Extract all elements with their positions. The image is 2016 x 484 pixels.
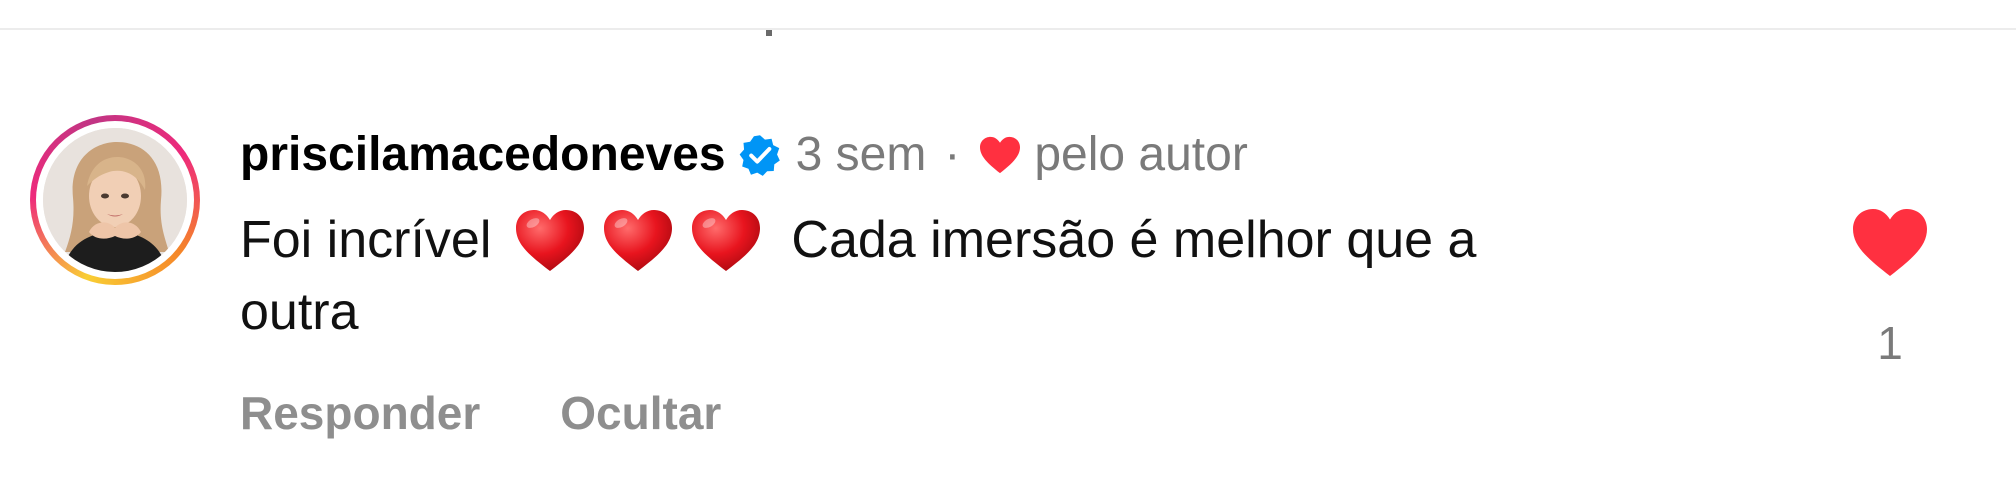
avatar-story-ring[interactable] — [30, 115, 200, 285]
comment-text-part: outra — [240, 283, 359, 341]
hide-button[interactable]: Ocultar — [560, 386, 721, 440]
reply-button[interactable]: Responder — [240, 386, 480, 440]
emoji-group — [513, 207, 777, 273]
comment-header: priscilamacedoneves 3 sem · pelo autor — [240, 124, 1248, 186]
verified-badge-icon — [738, 133, 782, 177]
comment-item: priscilamacedoneves 3 sem · pelo autor F… — [0, 0, 2016, 484]
comment-text-part: Foi incrível — [240, 211, 492, 269]
heart-icon — [978, 135, 1022, 175]
meta-separator: · — [944, 128, 961, 181]
heart-emoji-icon — [689, 207, 763, 273]
username-link[interactable]: priscilamacedoneves — [240, 124, 726, 186]
heart-emoji-icon — [513, 207, 587, 273]
comment-text-part: Cada imersão é melhor que a — [791, 211, 1477, 269]
avatar[interactable] — [43, 128, 187, 272]
liked-by-author-label: pelo autor — [1034, 128, 1248, 181]
comment-timestamp: 3 sem — [795, 128, 927, 181]
heart-icon — [1853, 209, 1927, 276]
heart-emoji-icon — [601, 207, 675, 273]
comment-actions: Responder Ocultar — [240, 385, 721, 441]
like-count: 1 — [1877, 317, 1903, 369]
comment-text: Foi incrível Cada imersão é melhor que a… — [240, 204, 1760, 348]
like-button[interactable] — [1850, 206, 1930, 278]
avatar-image — [43, 128, 187, 272]
